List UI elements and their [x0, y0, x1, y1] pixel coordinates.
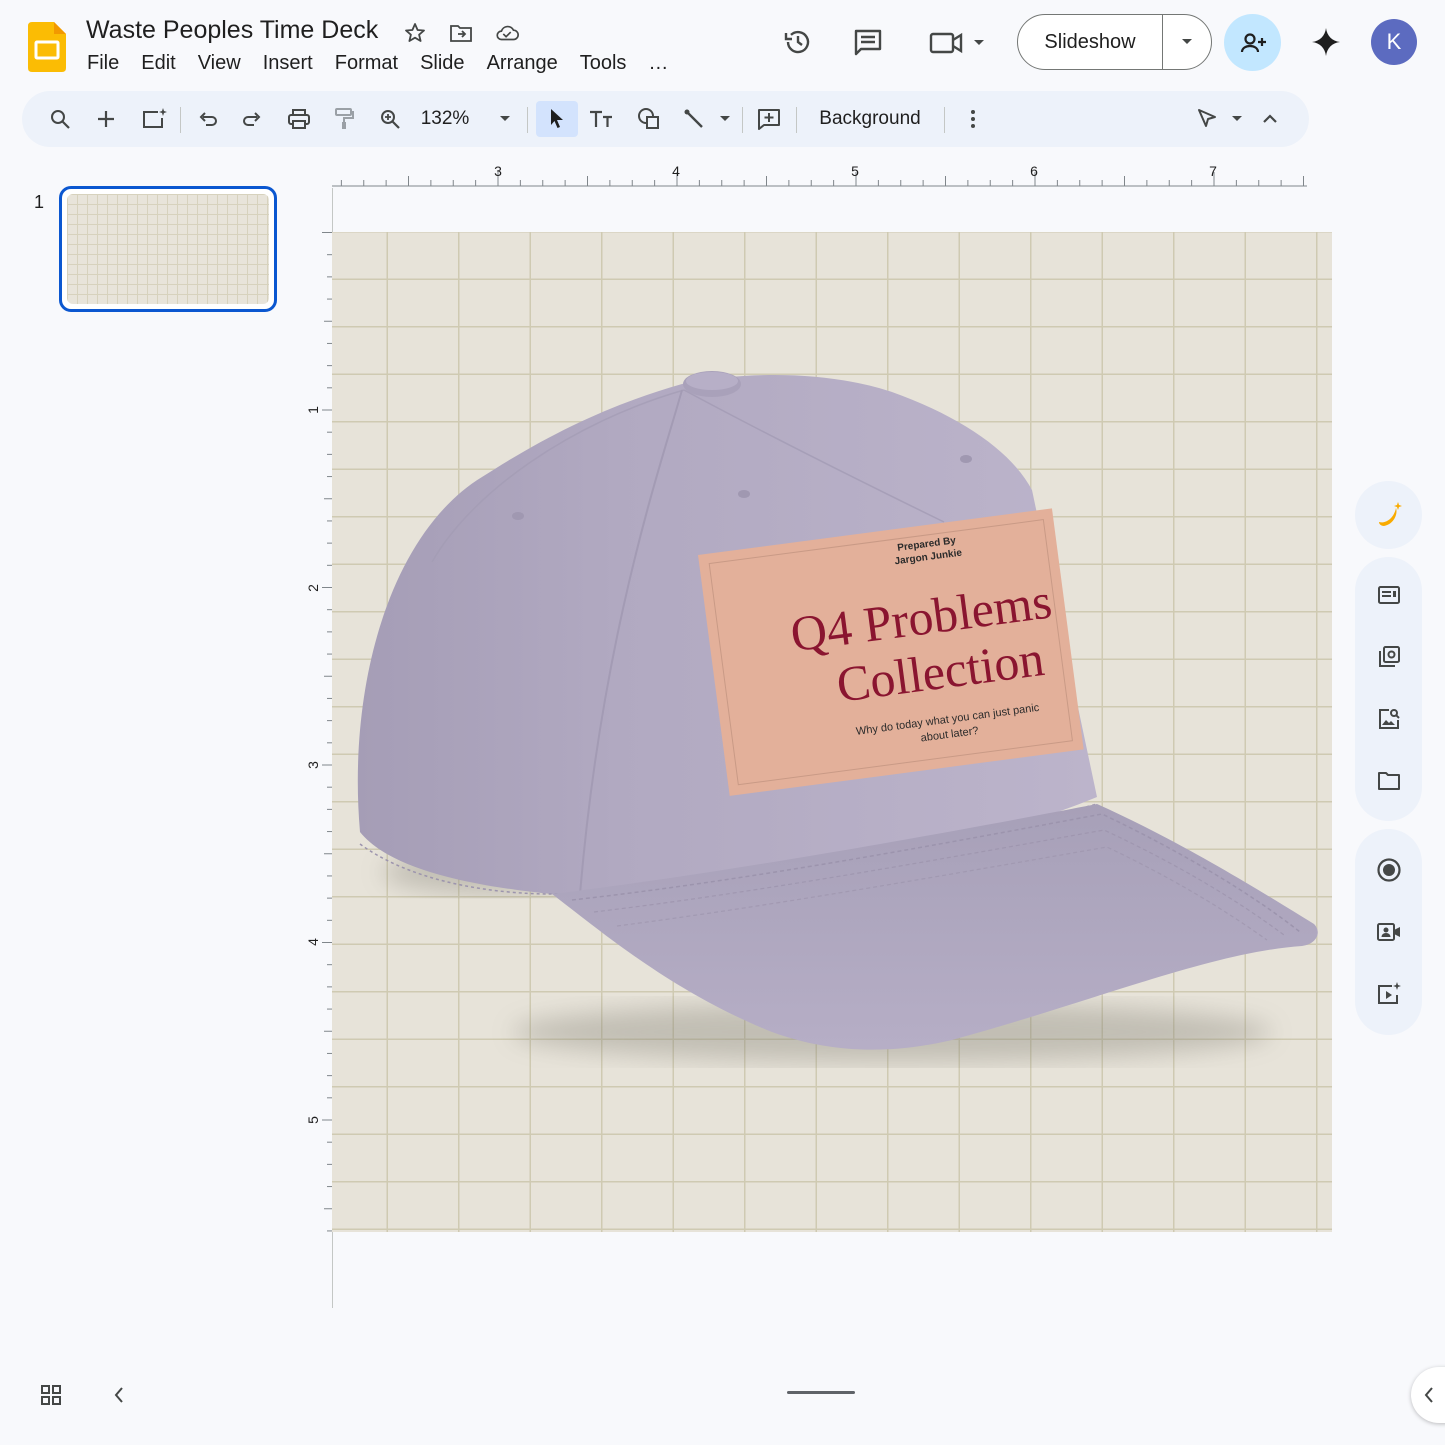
zoom-icon[interactable] [374, 101, 406, 137]
menu-insert[interactable]: Insert [252, 50, 324, 77]
insert-comment-icon[interactable] [752, 101, 786, 137]
side-panel-tools-group [1355, 557, 1422, 821]
paint-format-icon[interactable] [328, 101, 360, 137]
menu-view[interactable]: View [187, 50, 252, 77]
new-slide-plus-icon[interactable] [90, 101, 122, 137]
grid-view-icon[interactable] [36, 1380, 66, 1410]
ruler-label: 2 [306, 584, 321, 592]
pointer-dropdown-chevron-icon[interactable] [1226, 101, 1248, 137]
ruler-label: 1 [306, 406, 321, 414]
ruler-label: 4 [306, 938, 321, 946]
ruler-label: 5 [851, 163, 859, 179]
slideshow-button[interactable]: Slideshow [1018, 15, 1163, 69]
meet-video-icon[interactable] [926, 26, 990, 60]
slide-number: 1 [34, 192, 45, 212]
menu-format[interactable]: Format [324, 50, 409, 77]
account-avatar[interactable]: K [1371, 19, 1417, 65]
slideshow-button-group: Slideshow [1017, 14, 1212, 70]
pointer-mode-icon[interactable] [1192, 101, 1222, 137]
slide-thumbnail[interactable] [59, 186, 277, 312]
image-search-icon[interactable] [1355, 701, 1422, 737]
horizontal-ruler[interactable]: 3 4 5 6 7 [332, 160, 1307, 188]
side-panel-gemini-group [1355, 481, 1422, 549]
collapse-toolbar-chevron-up-icon[interactable] [1256, 101, 1284, 137]
text-box-icon[interactable] [584, 101, 618, 137]
toolbar-divider [742, 107, 743, 133]
toolbar-divider [944, 107, 945, 133]
ruler-label: 4 [672, 163, 680, 179]
ruler-label: 3 [306, 761, 321, 769]
menu-tools[interactable]: Tools [569, 50, 638, 77]
menu-bar: File Edit View Insert Format Slide Arran… [76, 50, 679, 77]
document-title[interactable]: Waste Peoples Time Deck [86, 16, 378, 45]
zoom-level[interactable]: 132% [418, 101, 472, 137]
zoom-dropdown-chevron-icon[interactable] [494, 101, 516, 137]
ruler-label: 6 [1030, 163, 1038, 179]
version-history-icon[interactable] [780, 24, 816, 60]
undo-icon[interactable] [192, 101, 224, 137]
share-add-person-icon[interactable] [1224, 14, 1281, 71]
background-button[interactable]: Background [808, 101, 932, 137]
speaker-notes-drag-handle[interactable] [787, 1391, 855, 1394]
slides-library-icon[interactable] [1355, 639, 1422, 675]
ruler-label: 7 [1209, 163, 1217, 179]
record-icon[interactable] [1355, 852, 1422, 888]
slides-logo-icon[interactable] [28, 22, 66, 72]
more-options-icon[interactable] [960, 101, 986, 137]
folder-icon[interactable] [1355, 763, 1422, 799]
ruler-label: 3 [494, 163, 502, 179]
expand-side-panel-chevron-left-icon[interactable] [1411, 1367, 1445, 1423]
toolbar-divider [527, 107, 528, 133]
shape-icon[interactable] [632, 101, 666, 137]
select-cursor-icon[interactable] [536, 101, 578, 137]
search-menus-icon[interactable] [44, 101, 76, 137]
banana-sparkle-icon[interactable] [1355, 497, 1422, 533]
move-to-folder-icon[interactable] [448, 20, 474, 46]
toolbar: 132% Background [22, 91, 1309, 147]
collapse-filmstrip-chevron-left-icon[interactable] [106, 1380, 132, 1410]
toolbar-divider [180, 107, 181, 133]
toolbar-divider [796, 107, 797, 133]
cap-image[interactable]: Prepared By Jargon Junkie Q4 Problems Co… [332, 232, 1332, 1232]
cloud-saved-icon[interactable] [494, 20, 520, 46]
video-sparkle-icon[interactable] [1355, 976, 1422, 1012]
menu-slide[interactable]: Slide [409, 50, 475, 77]
vertical-ruler[interactable]: 1 2 3 4 5 [306, 232, 334, 1232]
ruler-label: 5 [306, 1116, 321, 1124]
menu-arrange[interactable]: Arrange [476, 50, 569, 77]
speaker-notes-icon[interactable] [1355, 577, 1422, 613]
comments-icon[interactable] [850, 24, 886, 60]
redo-icon[interactable] [236, 101, 268, 137]
slide-canvas[interactable]: Prepared By Jargon Junkie Q4 Problems Co… [332, 232, 1332, 1232]
gemini-sparkle-icon[interactable] [1308, 24, 1344, 60]
menu-edit[interactable]: Edit [130, 50, 186, 77]
slideshow-options-chevron-icon[interactable] [1163, 15, 1211, 69]
new-slide-layout-icon[interactable] [136, 101, 172, 137]
star-icon[interactable] [402, 20, 428, 46]
side-panel-record-group [1355, 829, 1422, 1035]
menu-more[interactable]: … [637, 50, 679, 77]
menu-file[interactable]: File [76, 50, 130, 77]
line-icon[interactable] [678, 101, 710, 137]
slide-thumbnail-preview [67, 194, 269, 304]
line-dropdown-chevron-icon[interactable] [714, 101, 736, 137]
print-icon[interactable] [282, 101, 316, 137]
video-person-icon[interactable] [1355, 914, 1422, 950]
